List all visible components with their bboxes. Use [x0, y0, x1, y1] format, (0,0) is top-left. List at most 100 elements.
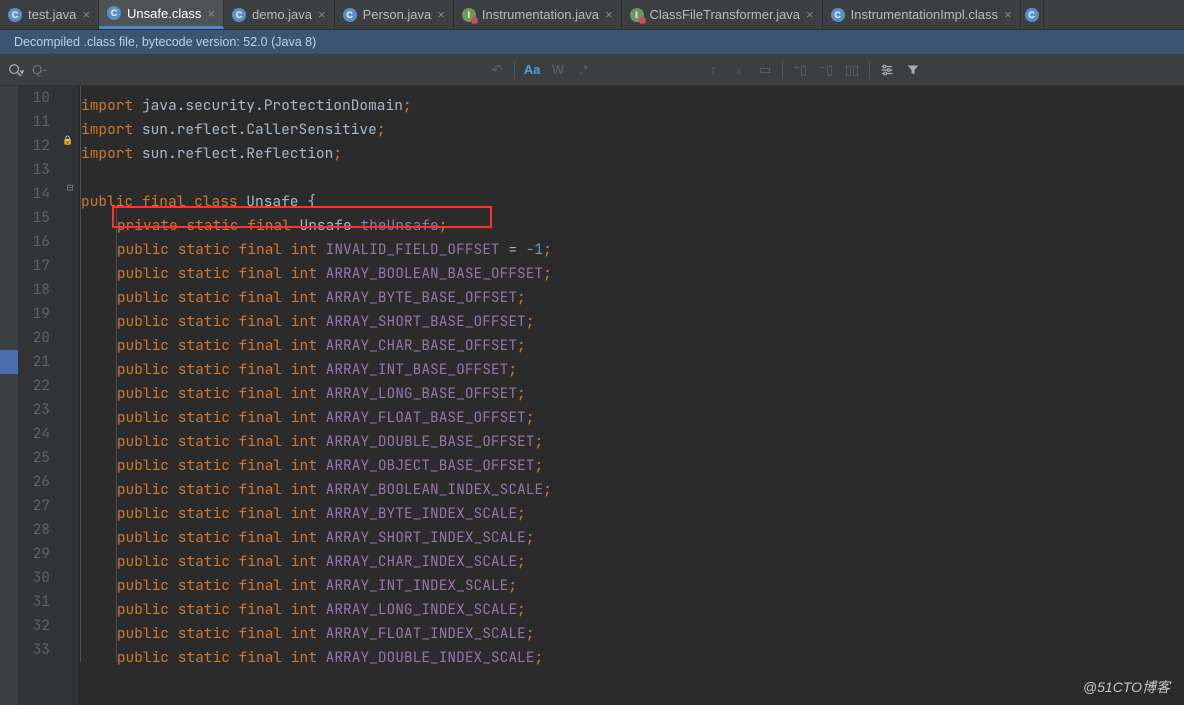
settings-btn[interactable]: [874, 54, 900, 86]
tab-bar: Ctest.java × C Unsafe.class × Cdemo.java × C Per…: [0, 0, 1184, 30]
code-line-13[interactable]: [78, 158, 1184, 182]
select-all-btn[interactable]: ▭: [752, 54, 778, 86]
close-icon[interactable]: ×: [207, 6, 215, 21]
select-occurrences-btn[interactable]: ▯▯: [839, 54, 865, 86]
prev-occurrence-btn[interactable]: ↶: [484, 54, 510, 86]
close-icon[interactable]: ×: [437, 7, 445, 22]
line-number: 33: [18, 638, 50, 662]
down-arrow-btn[interactable]: ↓: [726, 54, 752, 86]
line-number: 26: [18, 470, 50, 494]
code-line-32[interactable]: public static final int ARRAY_FLOAT_INDE…: [78, 614, 1184, 638]
line-number: 30: [18, 566, 50, 590]
close-icon[interactable]: ×: [806, 7, 814, 22]
line-number: 14: [18, 182, 50, 206]
line-number: 22: [18, 374, 50, 398]
line-number: 16: [18, 230, 50, 254]
code-line-22[interactable]: public static final int ARRAY_LONG_BASE_…: [78, 374, 1184, 398]
tab-label: test.java: [28, 7, 76, 22]
close-icon[interactable]: ×: [1004, 7, 1012, 22]
close-icon[interactable]: ×: [82, 7, 90, 22]
line-number: 10: [18, 86, 50, 110]
close-icon[interactable]: ×: [318, 7, 326, 22]
class-icon: C: [831, 8, 845, 22]
decompiled-notice: Decompiled .class file, bytecode version…: [0, 30, 1184, 54]
code-line-14[interactable]: public final class Unsafe {: [78, 182, 1184, 206]
code-line-19[interactable]: public static final int ARRAY_SHORT_BASE…: [78, 302, 1184, 326]
code-line-28[interactable]: public static final int ARRAY_SHORT_INDE…: [78, 518, 1184, 542]
code-line-24[interactable]: public static final int ARRAY_DOUBLE_BAS…: [78, 422, 1184, 446]
close-icon[interactable]: ×: [605, 7, 613, 22]
fold-gutter: 🔒⊟: [64, 86, 78, 705]
search-icon[interactable]: ▾: [0, 61, 32, 78]
code-line-11[interactable]: import sun.reflect.CallerSensitive;: [78, 110, 1184, 134]
line-number: 23: [18, 398, 50, 422]
line-number: 11: [18, 110, 50, 134]
line-number: 15: [18, 206, 50, 230]
fold-minus-icon[interactable]: ⊟: [64, 182, 76, 194]
add-selection-btn[interactable]: ⁺▯: [787, 54, 813, 86]
class-icon: C: [232, 8, 246, 22]
code-area[interactable]: import java.security.ProtectionDomain;im…: [78, 86, 1184, 705]
line-number: 24: [18, 422, 50, 446]
sep: [869, 61, 870, 79]
words-btn[interactable]: W: [545, 54, 571, 86]
code-line-16[interactable]: public static final int INVALID_FIELD_OF…: [78, 230, 1184, 254]
code-line-17[interactable]: public static final int ARRAY_BOOLEAN_BA…: [78, 254, 1184, 278]
line-number: 17: [18, 254, 50, 278]
tab-demo-java[interactable]: Cdemo.java ×: [224, 0, 335, 29]
class-icon: C: [343, 8, 357, 22]
match-case-btn[interactable]: Aa: [519, 54, 545, 86]
watermark: @51CTO博客: [1083, 677, 1170, 697]
code-line-26[interactable]: public static final int ARRAY_BOOLEAN_IN…: [78, 470, 1184, 494]
up-arrow-btn[interactable]: ↑: [700, 54, 726, 86]
filter-btn[interactable]: [900, 54, 926, 86]
left-gutter-strip: [0, 86, 18, 705]
tab-overflow[interactable]: C: [1021, 0, 1044, 29]
line-number: 19: [18, 302, 50, 326]
line-number: 18: [18, 278, 50, 302]
code-line-10[interactable]: import java.security.ProtectionDomain;: [78, 86, 1184, 110]
code-line-12[interactable]: import sun.reflect.Reflection;: [78, 134, 1184, 158]
code-line-30[interactable]: public static final int ARRAY_INT_INDEX_…: [78, 566, 1184, 590]
tab-classfiletransformer-java[interactable]: IClassFileTransformer.java×: [622, 0, 823, 29]
find-input[interactable]: [32, 54, 480, 85]
line-number: 32: [18, 614, 50, 638]
remove-selection-btn[interactable]: ⁻▯: [813, 54, 839, 86]
line-numbers: 1011121314151617181920212223242526272829…: [18, 86, 64, 705]
code-line-25[interactable]: public static final int ARRAY_OBJECT_BAS…: [78, 446, 1184, 470]
line-number: 25: [18, 446, 50, 470]
code-line-31[interactable]: public static final int ARRAY_LONG_INDEX…: [78, 590, 1184, 614]
find-toolbar: ▾ ↶ Aa W .* ↑ ↓ ▭ ⁺▯ ⁻▯ ▯▯: [0, 54, 1184, 86]
sep: [514, 61, 515, 79]
tab-label: InstrumentationImpl.class: [851, 7, 998, 22]
line-number: 27: [18, 494, 50, 518]
line-number: 20: [18, 326, 50, 350]
tab-label: demo.java: [252, 7, 312, 22]
code-line-33[interactable]: public static final int ARRAY_DOUBLE_IND…: [78, 638, 1184, 662]
code-line-29[interactable]: public static final int ARRAY_CHAR_INDEX…: [78, 542, 1184, 566]
line-number: 31: [18, 590, 50, 614]
tab-label: Unsafe.class: [127, 6, 201, 21]
line-number: 21: [18, 350, 50, 374]
code-line-23[interactable]: public static final int ARRAY_FLOAT_BASE…: [78, 398, 1184, 422]
code-line-21[interactable]: public static final int ARRAY_INT_BASE_O…: [78, 350, 1184, 374]
code-line-27[interactable]: public static final int ARRAY_BYTE_INDEX…: [78, 494, 1184, 518]
tab-unsafe-class[interactable]: C Unsafe.class ×: [99, 0, 224, 29]
line-number: 29: [18, 542, 50, 566]
class-icon: C: [107, 6, 121, 20]
class-icon: C: [8, 8, 22, 22]
code-line-15[interactable]: private static final Unsafe theUnsafe;: [78, 206, 1184, 230]
code-line-20[interactable]: public static final int ARRAY_CHAR_BASE_…: [78, 326, 1184, 350]
regex-btn[interactable]: .*: [571, 54, 597, 86]
caret-row-marker: [0, 350, 18, 374]
tab-instrumentationimpl-class[interactable]: C InstrumentationImpl.class ×: [823, 0, 1021, 29]
tab-instrumentation-java[interactable]: IInstrumentation.java×: [454, 0, 622, 29]
code-line-18[interactable]: public static final int ARRAY_BYTE_BASE_…: [78, 278, 1184, 302]
line-number: 13: [18, 158, 50, 182]
tab-person-java[interactable]: C Person.java ×: [335, 0, 454, 29]
tab-label: Instrumentation.java: [482, 7, 599, 22]
code-editor[interactable]: 1011121314151617181920212223242526272829…: [0, 86, 1184, 705]
tab-label: Person.java: [363, 7, 432, 22]
tab-test-java[interactable]: Ctest.java ×: [0, 0, 99, 29]
lock-icon: 🔒: [62, 134, 74, 146]
